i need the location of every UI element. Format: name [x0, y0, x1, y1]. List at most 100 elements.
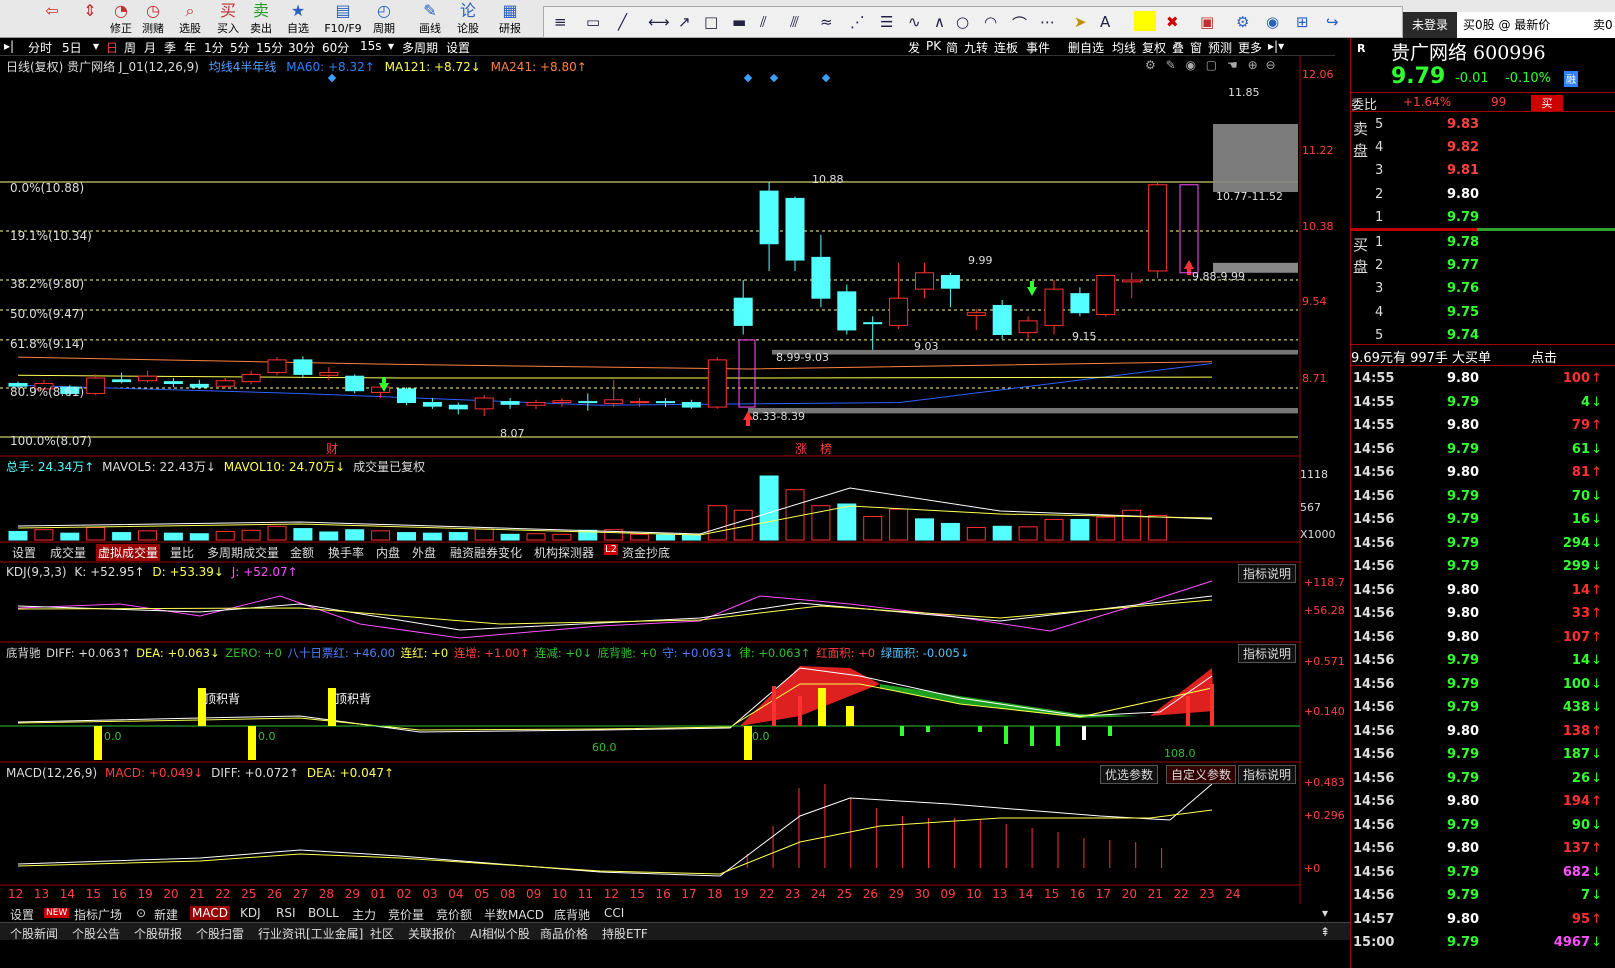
bottom-tab-bid-amt[interactable]: 竞价额 — [436, 906, 472, 923]
gann-icon[interactable]: ⫽ — [760, 13, 767, 31]
grid-icon[interactable]: ⊞ — [1296, 13, 1309, 31]
period-1[interactable]: 5日 — [62, 39, 82, 56]
optimal-params-button[interactable]: 优选参数 — [1100, 765, 1159, 784]
tab-multi-volume[interactable]: 多周期成交量 — [207, 544, 279, 561]
bottom-tab-bid-vol[interactable]: 竞价量 — [388, 906, 424, 923]
fib-icon[interactable]: ☰ — [880, 13, 893, 31]
news-tab-5[interactable]: 社区 — [370, 925, 394, 942]
sell-order-row[interactable]: 1 9.79 — [1351, 207, 1615, 230]
period-14[interactable]: 设置 — [446, 39, 470, 56]
dropdown-icon[interactable]: ▾ — [93, 39, 99, 53]
bottom-tab-half-macd[interactable]: 半数MACD — [484, 906, 544, 923]
dbc-help-button[interactable]: 指标说明 — [1238, 644, 1297, 663]
tool-fuquan[interactable]: 复权 — [1142, 39, 1166, 56]
toolbar-btn-2[interactable]: ⌕ 选股 — [172, 0, 208, 38]
tab-settings[interactable]: 设置 — [12, 544, 36, 561]
trade-button[interactable]: 买0股 @ 最新价 — [1463, 16, 1583, 33]
tab-institution[interactable]: 机构探测器 — [534, 544, 594, 561]
bottom-tab-square[interactable]: 指标广场 — [74, 906, 122, 923]
tool-window[interactable]: 窗 — [1190, 39, 1202, 56]
news-tab-9[interactable]: 持股ETF — [602, 925, 648, 942]
tab-turnover[interactable]: 换手率 — [328, 544, 364, 561]
sell-order-row[interactable]: 5 9.83 — [1351, 114, 1615, 137]
news-tab-4[interactable]: 行业资讯[工业金属] — [258, 925, 363, 942]
clear-icon[interactable]: ▣ — [1200, 13, 1214, 31]
period-10[interactable]: 30分 — [288, 39, 315, 56]
text-icon[interactable]: A — [1100, 13, 1110, 31]
hline-icon[interactable]: ≡ — [554, 13, 567, 31]
tool-jiuzhuan[interactable]: 九转 — [964, 39, 988, 56]
period-6[interactable]: 年 — [184, 39, 196, 56]
collapse-icon[interactable]: ▾ — [1322, 906, 1328, 920]
expand-up-icon[interactable]: ⇞ — [1320, 925, 1330, 939]
circle-icon[interactable]: ○ — [956, 13, 969, 31]
share-icon[interactable]: ↪ — [1326, 13, 1339, 31]
tool-overlay[interactable]: 叠 — [1172, 39, 1184, 56]
bottom-tab-boll[interactable]: BOLL — [308, 906, 339, 920]
eye-small-icon[interactable]: ◉ — [1185, 58, 1195, 72]
lock-small-icon[interactable]: ▢ — [1206, 58, 1217, 72]
bottom-tab-kdj[interactable]: KDJ — [240, 906, 261, 920]
fan-icon[interactable]: ⋰ — [850, 13, 865, 31]
delete-icon[interactable]: ✖ — [1166, 13, 1179, 31]
tool-event[interactable]: 事件 — [1026, 39, 1050, 56]
news-tab-2[interactable]: 个股研报 — [134, 925, 182, 942]
gear-small-icon[interactable]: ⚙ — [1145, 58, 1156, 72]
macd-help-button[interactable]: 指标说明 — [1238, 765, 1297, 784]
wave-icon[interactable]: ∿ — [908, 13, 921, 31]
curve-icon[interactable]: ⌒ — [1012, 13, 1027, 34]
period-2[interactable]: 日 — [106, 39, 118, 56]
toolbar-btn-8[interactable]: ✎ 画线 — [412, 0, 448, 38]
bottom-tab-cci[interactable]: CCI — [604, 906, 624, 920]
buy-order-row[interactable]: 2 9.77 — [1351, 255, 1615, 278]
channel-icon[interactable]: ≈ — [820, 13, 833, 31]
toolbar-btn-0[interactable]: ◔ 修正 — [103, 0, 139, 38]
news-tab-0[interactable]: 个股新闻 — [10, 925, 58, 942]
custom-params-button[interactable]: 自定义参数 — [1166, 765, 1237, 784]
news-tab-3[interactable]: 个股扫雷 — [196, 925, 244, 942]
tool-jian[interactable]: 简 — [946, 39, 958, 56]
sell-order-row[interactable]: 2 9.80 — [1351, 184, 1615, 207]
tab-amount[interactable]: 金额 — [290, 544, 314, 561]
toolbar-btn-7[interactable]: ◴ 周期 — [366, 0, 402, 38]
cursor-icon[interactable]: ➤ — [1074, 13, 1087, 31]
bottom-tab-rsi[interactable]: RSI — [276, 906, 296, 920]
bottom-tab-settings[interactable]: 设置 — [10, 906, 34, 923]
news-tab-7[interactable]: AI相似个股 — [470, 925, 530, 942]
dropdown-icon-2[interactable]: ▾ — [388, 39, 394, 53]
toolbar-btn-10[interactable]: ▦ 研报 — [492, 0, 528, 38]
tab-margin[interactable]: 融资融券变化 — [450, 544, 522, 561]
gear-icon[interactable]: ⚙ — [1236, 13, 1249, 31]
toolbar-btn-1[interactable]: ◷ 测赌 — [135, 0, 171, 38]
toolbar-btn-6[interactable]: ▤ F10/F9 — [322, 0, 364, 38]
tab-virtual-volume[interactable]: 虚拟成交量 — [96, 544, 161, 561]
news-tab-6[interactable]: 关联报价 — [408, 925, 456, 942]
eye-icon[interactable]: ◉ — [1266, 13, 1279, 31]
click-link[interactable]: 点击 — [1531, 347, 1557, 366]
tab-volume[interactable]: 成交量 — [50, 544, 86, 561]
buy-order-row[interactable]: 4 9.75 — [1351, 302, 1615, 325]
sell-order-row[interactable]: 4 9.82 — [1351, 137, 1615, 160]
buy-quick-button[interactable]: 买 — [1531, 95, 1563, 111]
tool-fa[interactable]: 发 — [908, 39, 920, 56]
bottom-tab-dbc[interactable]: 底背驰 — [554, 906, 590, 923]
more-dots-icon[interactable]: ⋯ — [1040, 13, 1055, 31]
text-box-icon[interactable]: ▭ — [586, 13, 600, 31]
tool-more[interactable]: 更多 — [1238, 39, 1262, 56]
panel-toggle-icon[interactable]: ▸|▾ — [1268, 39, 1284, 53]
parallel-icon[interactable]: ⫻ — [790, 13, 799, 31]
zigzag-icon[interactable]: ∧ — [934, 13, 945, 31]
sell-order-row[interactable]: 3 9.81 — [1351, 160, 1615, 183]
ray-icon[interactable]: ↗ — [678, 13, 691, 31]
arc-icon[interactable]: ◠ — [984, 13, 997, 31]
tool-lianban[interactable]: 连板 — [994, 39, 1018, 56]
segment-icon[interactable]: ⟷ — [648, 13, 670, 31]
tick-list[interactable]: 14:55 9.80 100 ↑ 14:55 9.79 4 ↓ 14:55 9.80 79 ↑ 14:5… — [1351, 368, 1615, 968]
toolbar-btn-4[interactable]: 卖卖出 — [243, 0, 279, 38]
zoom-in-icon[interactable]: ⊕ — [1248, 58, 1258, 72]
zoom-out-icon[interactable]: ⊖ — [1265, 58, 1275, 72]
pencil-small-icon[interactable]: ✎ — [1166, 58, 1176, 72]
news-tab-1[interactable]: 个股公告 — [72, 925, 120, 942]
tool-pk[interactable]: PK — [926, 39, 941, 53]
tool-ma[interactable]: 均线 — [1112, 39, 1136, 56]
